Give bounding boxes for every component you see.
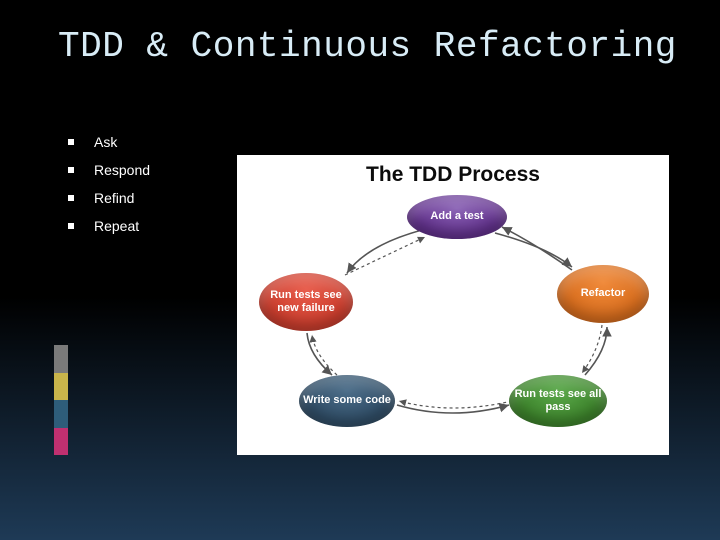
bullet-icon bbox=[68, 167, 74, 173]
node-write-code: Write some code bbox=[299, 375, 395, 427]
bullet-item: Repeat bbox=[68, 218, 228, 234]
bullet-item: Ask bbox=[68, 134, 228, 150]
bullet-text: Ask bbox=[94, 134, 117, 150]
diagram-title: The TDD Process bbox=[237, 163, 669, 187]
slide: TDD & Continuous Refactoring Ask Respond… bbox=[0, 0, 720, 540]
accent-strip bbox=[54, 345, 68, 455]
bullet-text: Refind bbox=[94, 190, 134, 206]
node-refactor: Refactor bbox=[557, 265, 649, 323]
node-run-fail: Run tests see new failure bbox=[259, 273, 353, 331]
diagram-panel: The TDD Process bbox=[237, 155, 669, 455]
bullet-icon bbox=[68, 139, 74, 145]
bullet-icon bbox=[68, 195, 74, 201]
bullet-item: Respond bbox=[68, 162, 228, 178]
bullet-text: Respond bbox=[94, 162, 150, 178]
node-add-test: Add a test bbox=[407, 195, 507, 239]
bullet-item: Refind bbox=[68, 190, 228, 206]
slide-title: TDD & Continuous Refactoring bbox=[58, 26, 690, 67]
bullet-list: Ask Respond Refind Repeat bbox=[68, 134, 228, 246]
node-run-pass: Run tests see all pass bbox=[509, 375, 607, 427]
bullet-icon bbox=[68, 223, 74, 229]
bullet-text: Repeat bbox=[94, 218, 139, 234]
